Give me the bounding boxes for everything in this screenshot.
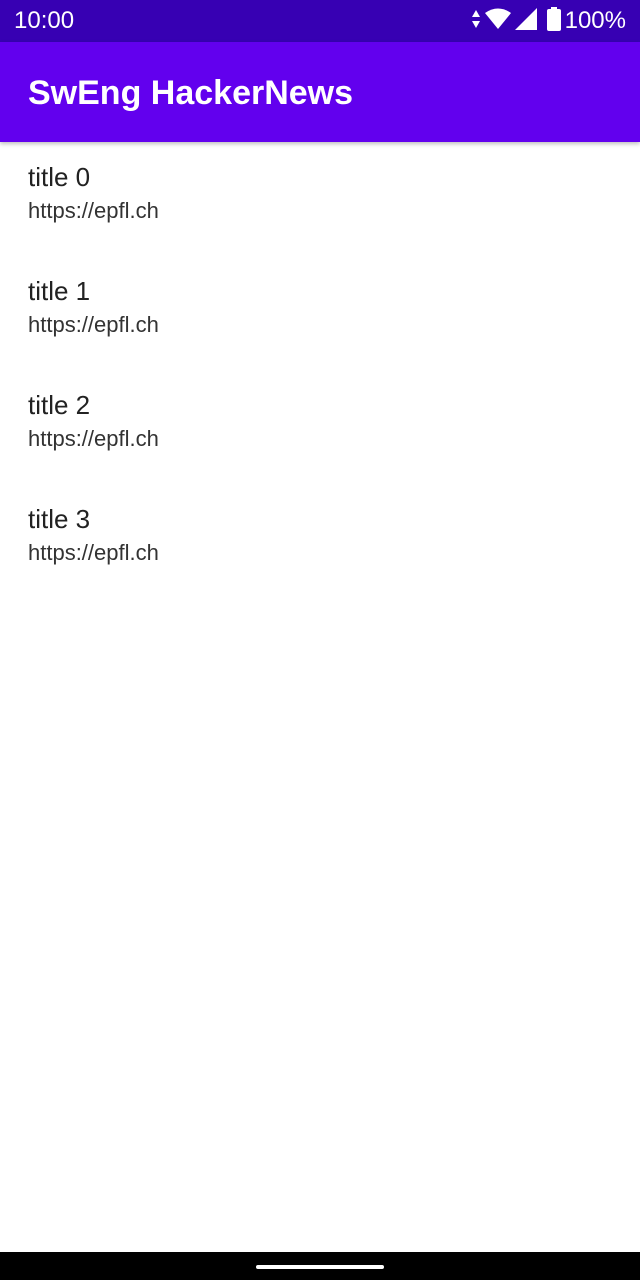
item-title: title 2 [28,390,91,420]
status-bar: 10:00 100% [0,0,640,42]
item-url: https://epfl.ch [28,312,159,337]
status-icons: 100% [467,6,626,36]
news-list: title 0 https://epfl.ch title 1 https://… [0,142,640,598]
navigation-bar [0,1252,640,1280]
list-item[interactable]: title 3 https://epfl.ch [0,484,640,598]
list-item[interactable]: title 0 https://epfl.ch [0,142,640,256]
app-bar: SwEng HackerNews [0,42,640,142]
data-arrows-icon [471,9,481,34]
item-url: https://epfl.ch [28,426,159,451]
cell-signal-icon [514,7,537,35]
item-url: https://epfl.ch [28,540,159,565]
item-title: title 1 [28,276,91,306]
item-title: title 0 [28,162,91,192]
wifi-icon [484,8,511,35]
item-url: https://epfl.ch [28,198,159,223]
battery-icon [546,6,561,36]
item-title: title 3 [28,504,91,534]
list-item[interactable]: title 2 https://epfl.ch [0,370,640,484]
home-gesture-handle[interactable] [256,1265,384,1269]
battery-percentage: 100% [564,7,626,34]
list-item[interactable]: title 1 https://epfl.ch [0,256,640,370]
app-title: SwEng HackerNews [28,74,354,112]
status-time: 10:00 [14,7,75,34]
